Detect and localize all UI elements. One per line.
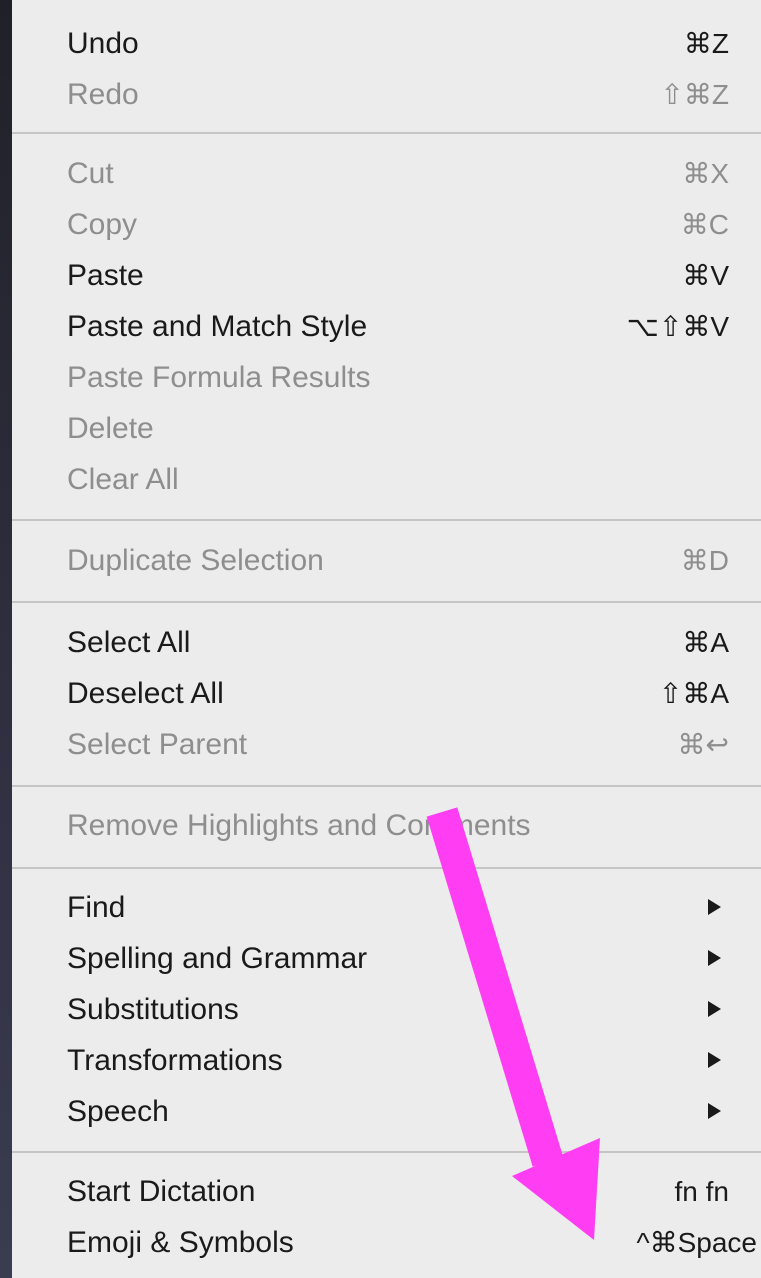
annotation-arrow-shaft (426, 807, 564, 1167)
arrow-down-right-icon (426, 807, 600, 1240)
screenshot-stage: Undo ⌘Z Redo ⇧⌘Z Cut ⌘X Copy ⌘C Paste ⌘V Paste and… (0, 0, 761, 1278)
